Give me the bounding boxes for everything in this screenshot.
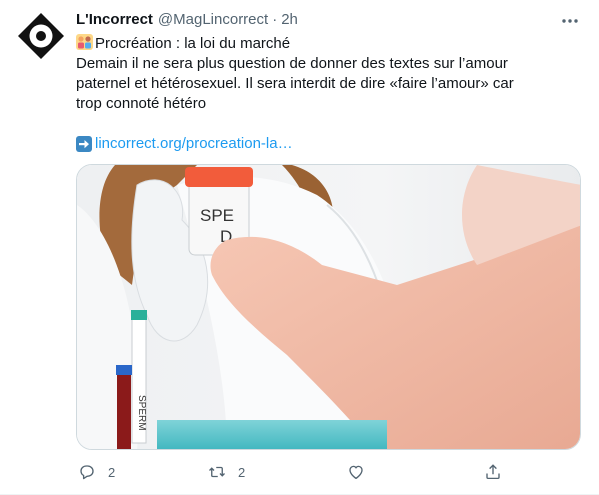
reply-count: 2 [108, 464, 116, 480]
vial-label: SPERM [136, 395, 147, 431]
like-button[interactable] [347, 460, 377, 484]
more-options-button[interactable] [558, 10, 582, 32]
author-handle[interactable]: @MagLincorrect [158, 10, 268, 30]
more-dots-icon [562, 19, 578, 23]
retweet-button[interactable]: 2 [208, 460, 245, 484]
tweet-text-line-3: paternel et hétérosexuel. Il sera interd… [76, 75, 514, 92]
lab-photo: SPE D SPERM [77, 165, 580, 449]
right-arrow-emoji-icon [76, 136, 92, 152]
share-button[interactable] [484, 460, 502, 484]
lincorrect-logo-icon [18, 13, 64, 59]
tweet-body: Procréation : la loi du marché Demain il… [76, 34, 581, 154]
tweet-header: L'Incorrect @MagLincorrect · 2h [76, 10, 298, 30]
tweet-time[interactable]: 2h [281, 10, 298, 30]
tweet-media-image[interactable]: SPE D SPERM [76, 164, 581, 450]
share-icon [486, 464, 500, 480]
tweet-title: Procréation : la loi du marché [95, 35, 291, 52]
author-name[interactable]: L'Incorrect [76, 10, 153, 30]
tweet-text-line-1: Procréation : la loi du marché [76, 34, 581, 54]
tweet-actions: 2 2 [76, 460, 506, 484]
reply-button[interactable]: 2 [78, 460, 115, 484]
tweet-text-line-2: Demain il ne sera plus question de donne… [76, 55, 508, 72]
retweet-icon [209, 466, 225, 478]
tweet-text-line-4: trop connoté hétéro [76, 95, 207, 112]
couple-emoji-icon [76, 34, 93, 50]
cup-label-top: SPE [200, 206, 234, 225]
heart-icon [349, 465, 363, 480]
reply-icon [80, 465, 94, 480]
tweet-card[interactable]: L'Incorrect @MagLincorrect · 2h Procréat… [0, 0, 599, 495]
avatar[interactable] [17, 12, 65, 60]
retweet-count: 2 [238, 464, 246, 480]
separator-dot: · [272, 11, 278, 28]
link-row: lincorrect.org/procreation-la… [76, 134, 581, 154]
article-link[interactable]: lincorrect.org/procreation-la… [95, 134, 293, 154]
